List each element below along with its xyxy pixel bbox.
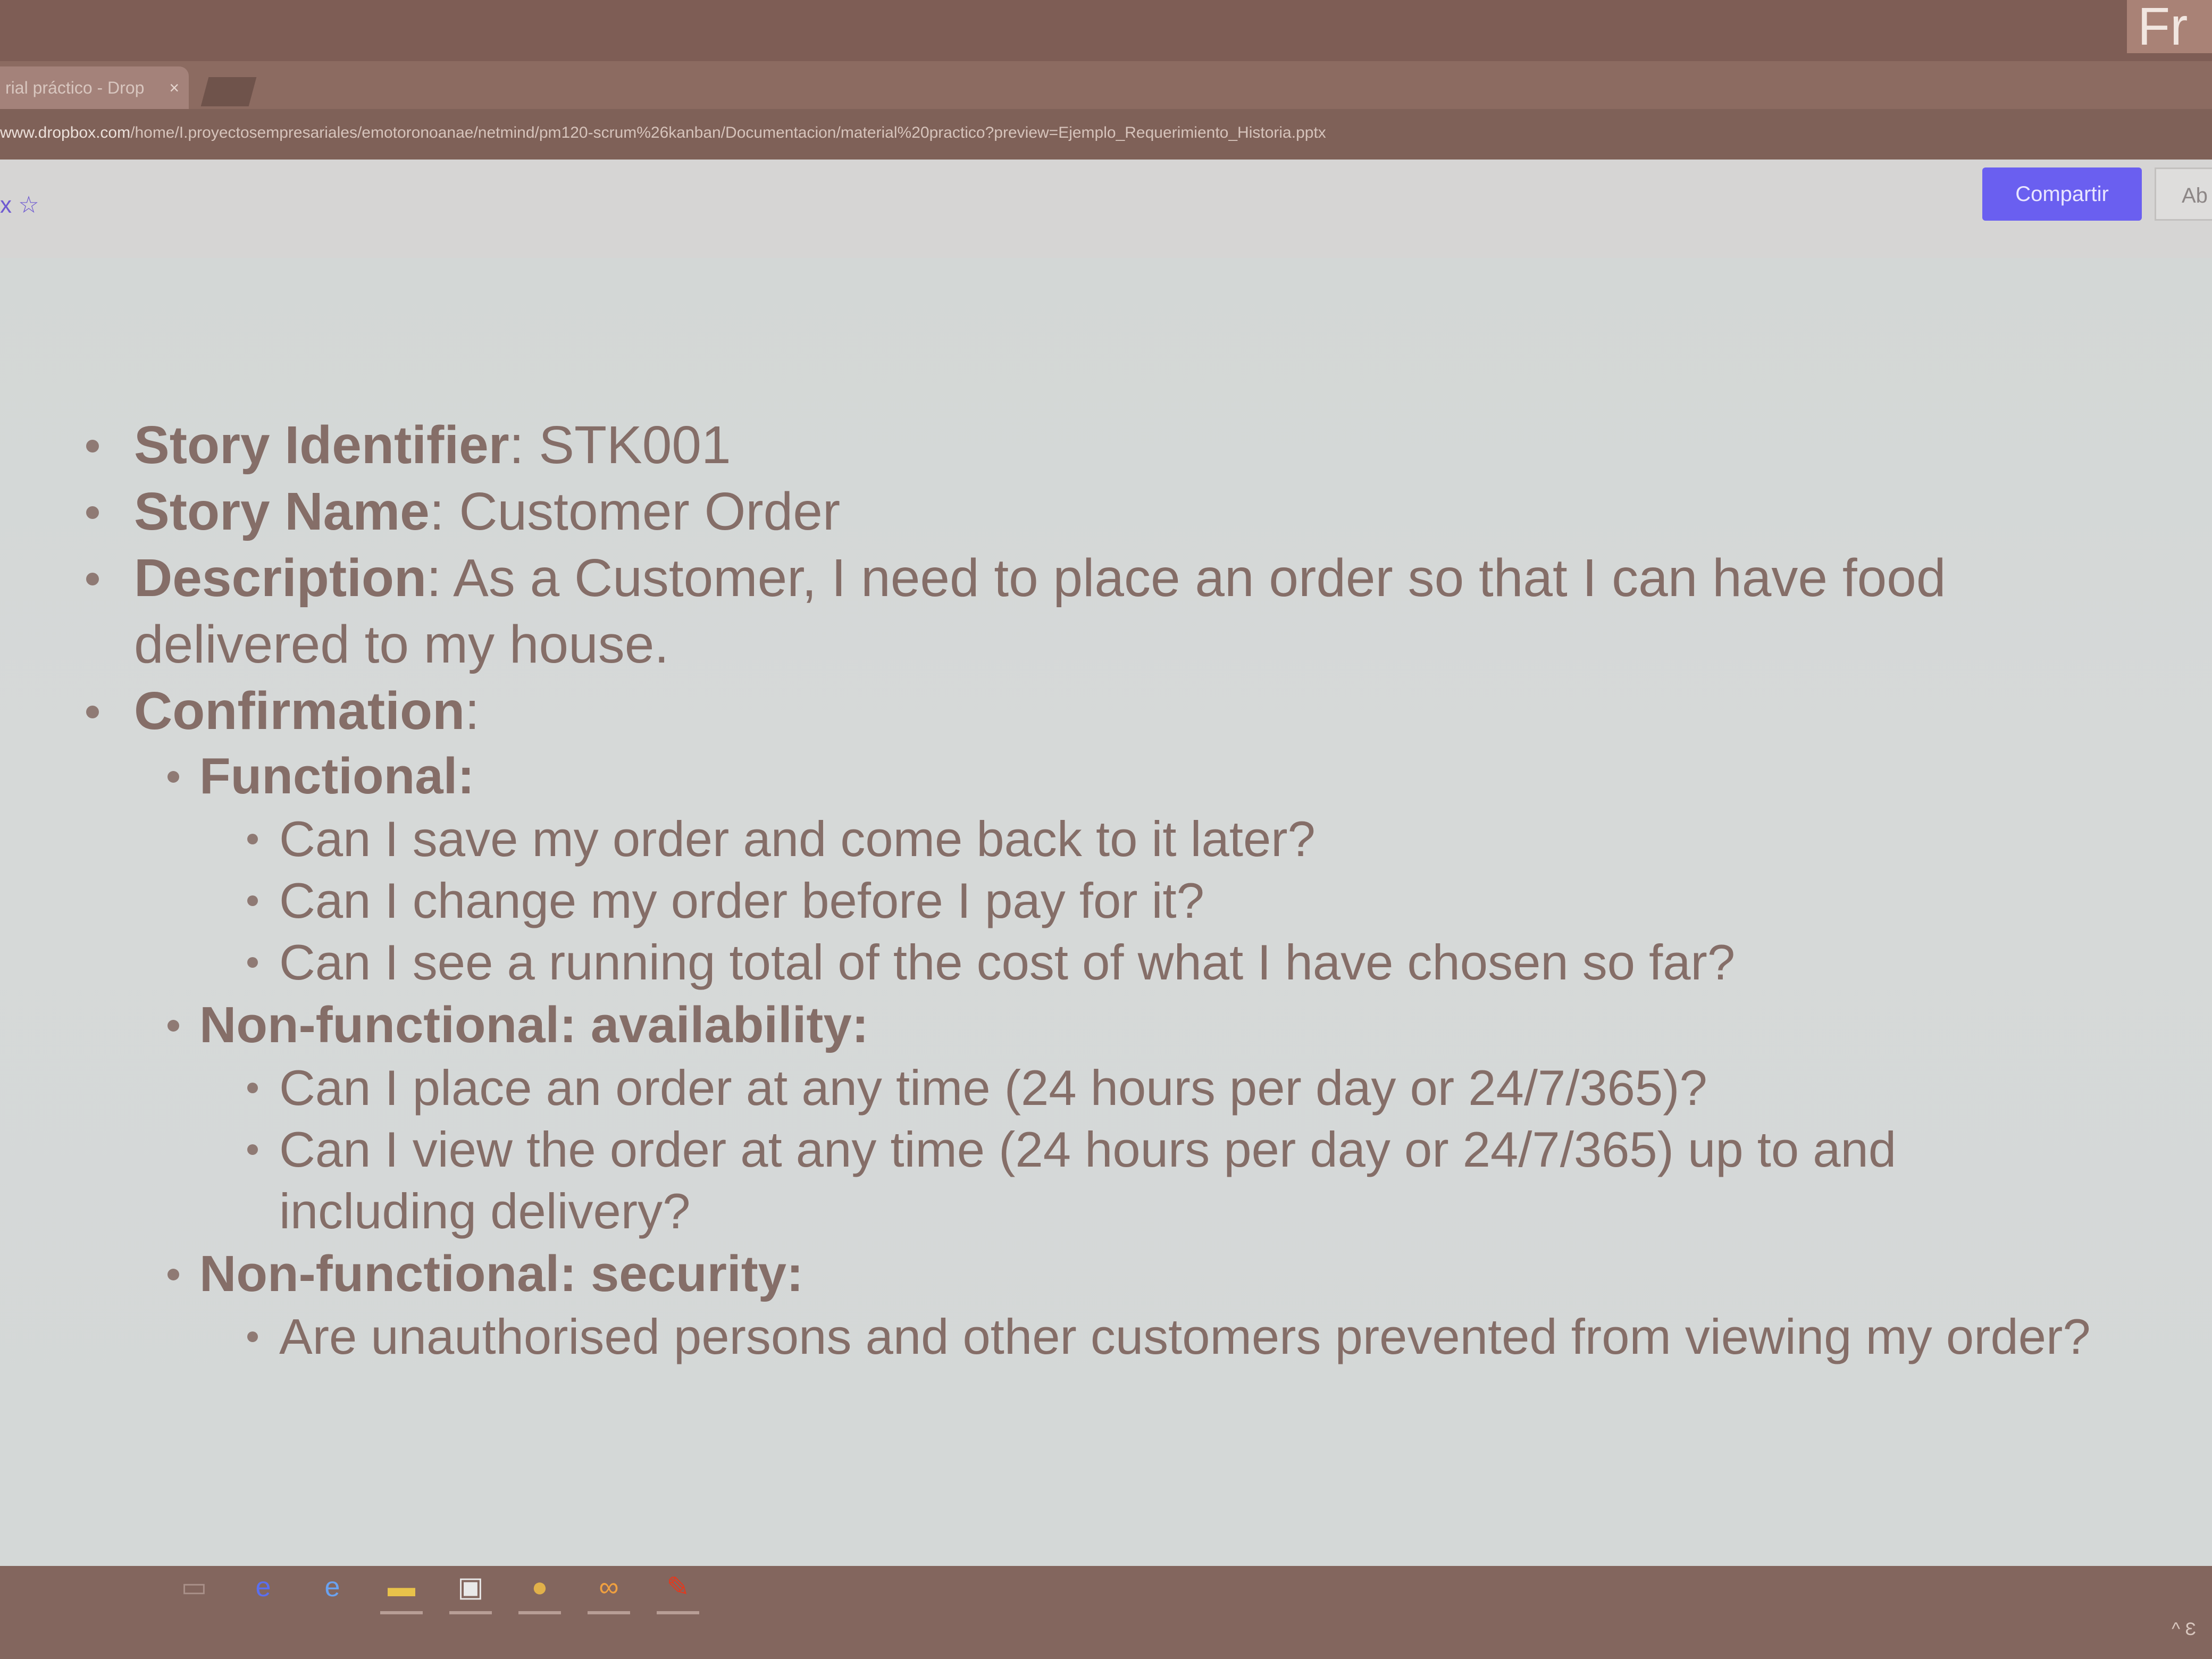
edge-icon[interactable]: e [247,1571,279,1603]
confirmation-list: Functional: Can I save my order and come … [80,744,2100,1368]
running-indicator [449,1611,492,1614]
url-text[interactable]: www.dropbox.com/home/I.proyectosempresar… [0,117,1755,149]
share-button[interactable]: Compartir [1982,167,2142,221]
question-list: Can I save my order and come back to it … [80,808,2100,993]
confirmation-group-title: Functional: [199,748,475,805]
question-item: Can I place an order at any time (24 hou… [80,1057,2100,1119]
url-path: /home/I.proyectosempresariales/emotorono… [130,124,1326,141]
slide-preview: Story Identifier: STK001 Story Name: Cust… [0,258,2212,1566]
question-item: Can I view the order at any time (24 hou… [80,1119,2100,1242]
dropbox-toolbar [0,160,2212,258]
story-list: Story Identifier: STK001 Story Name: Cust… [80,412,2100,1368]
story-field-label: Story Name [134,482,430,541]
story-field: Story Name: Customer Order [80,479,2100,545]
question-text: Can I place an order at any time (24 hou… [279,1060,1707,1116]
corner-window-label: Fr [2127,0,2212,53]
question-item: Can I see a running total of the cost of… [80,932,2100,993]
story-field-label: Confirmation [134,681,465,741]
story-field: Description: As a Customer, I need to pl… [80,545,2100,678]
story-field-separator: : [426,548,454,608]
tab-title: rial práctico - Drop [5,78,145,97]
url-domain: www.dropbox.com [0,124,131,141]
question-list: Can I place an order at any time (24 hou… [80,1057,2100,1242]
slide-content: Story Identifier: STK001 Story Name: Cust… [80,412,2100,1368]
story-field-value: Customer Order [459,482,841,541]
running-indicator [657,1611,699,1614]
app-icon[interactable]: ∞ [593,1571,625,1603]
question-item: Are unauthorised persons and other custo… [80,1306,2100,1368]
story-field-separator: : [429,482,459,541]
new-tab-button[interactable] [200,77,257,106]
running-indicator [380,1611,423,1614]
question-text: Are unauthorised persons and other custo… [279,1309,2091,1364]
story-field-label: Story Identifier [134,415,509,475]
system-tray[interactable]: ^ Ɛ [2172,1619,2196,1640]
story-field: Confirmation: Functional: Can I save my or… [80,678,2100,1368]
story-field: Story Identifier: STK001 [80,412,2100,479]
desktop-top-band [0,0,2212,61]
store-icon[interactable]: ▣ [455,1571,487,1603]
question-item: Can I change my order before I pay for i… [80,870,2100,932]
story-field-label: Description [134,548,427,608]
browser-title-bar [0,61,2212,109]
star-icon[interactable]: x ☆ [0,191,39,219]
confirmation-group-title: Non-functional: security: [199,1245,804,1302]
browser-tab[interactable]: rial práctico - Drop × [0,66,189,109]
question-text: Can I see a running total of the cost of… [279,934,1736,990]
confirmation-group-title: Non-functional: availability: [199,996,869,1053]
question-text: Can I view the order at any time (24 hou… [279,1121,1897,1239]
ie-icon[interactable]: e [316,1571,348,1603]
running-indicator [588,1611,630,1614]
file-explorer-icon[interactable]: ▬ [386,1571,417,1603]
task-view-icon[interactable]: ▭ [178,1571,210,1603]
chrome-icon[interactable]: ● [524,1571,556,1603]
pin-icon[interactable]: ✎ [662,1571,694,1603]
question-item: Can I save my order and come back to it … [80,808,2100,870]
story-field-value: STK001 [539,415,731,475]
confirmation-group: Non-functional: availability: Can I place… [80,993,2100,1242]
confirmation-group: Non-functional: security: Are unauthorise… [80,1242,2100,1368]
close-icon[interactable]: × [169,66,179,109]
story-field-separator: : [509,415,539,475]
question-list: Are unauthorised persons and other custo… [80,1306,2100,1368]
open-button[interactable]: Ab [2155,167,2212,221]
question-text: Can I change my order before I pay for i… [279,873,1204,928]
running-indicator [518,1611,561,1614]
question-text: Can I save my order and come back to it … [279,811,1316,867]
story-field-separator: : [465,681,480,741]
confirmation-group: Functional: Can I save my order and come … [80,744,2100,993]
